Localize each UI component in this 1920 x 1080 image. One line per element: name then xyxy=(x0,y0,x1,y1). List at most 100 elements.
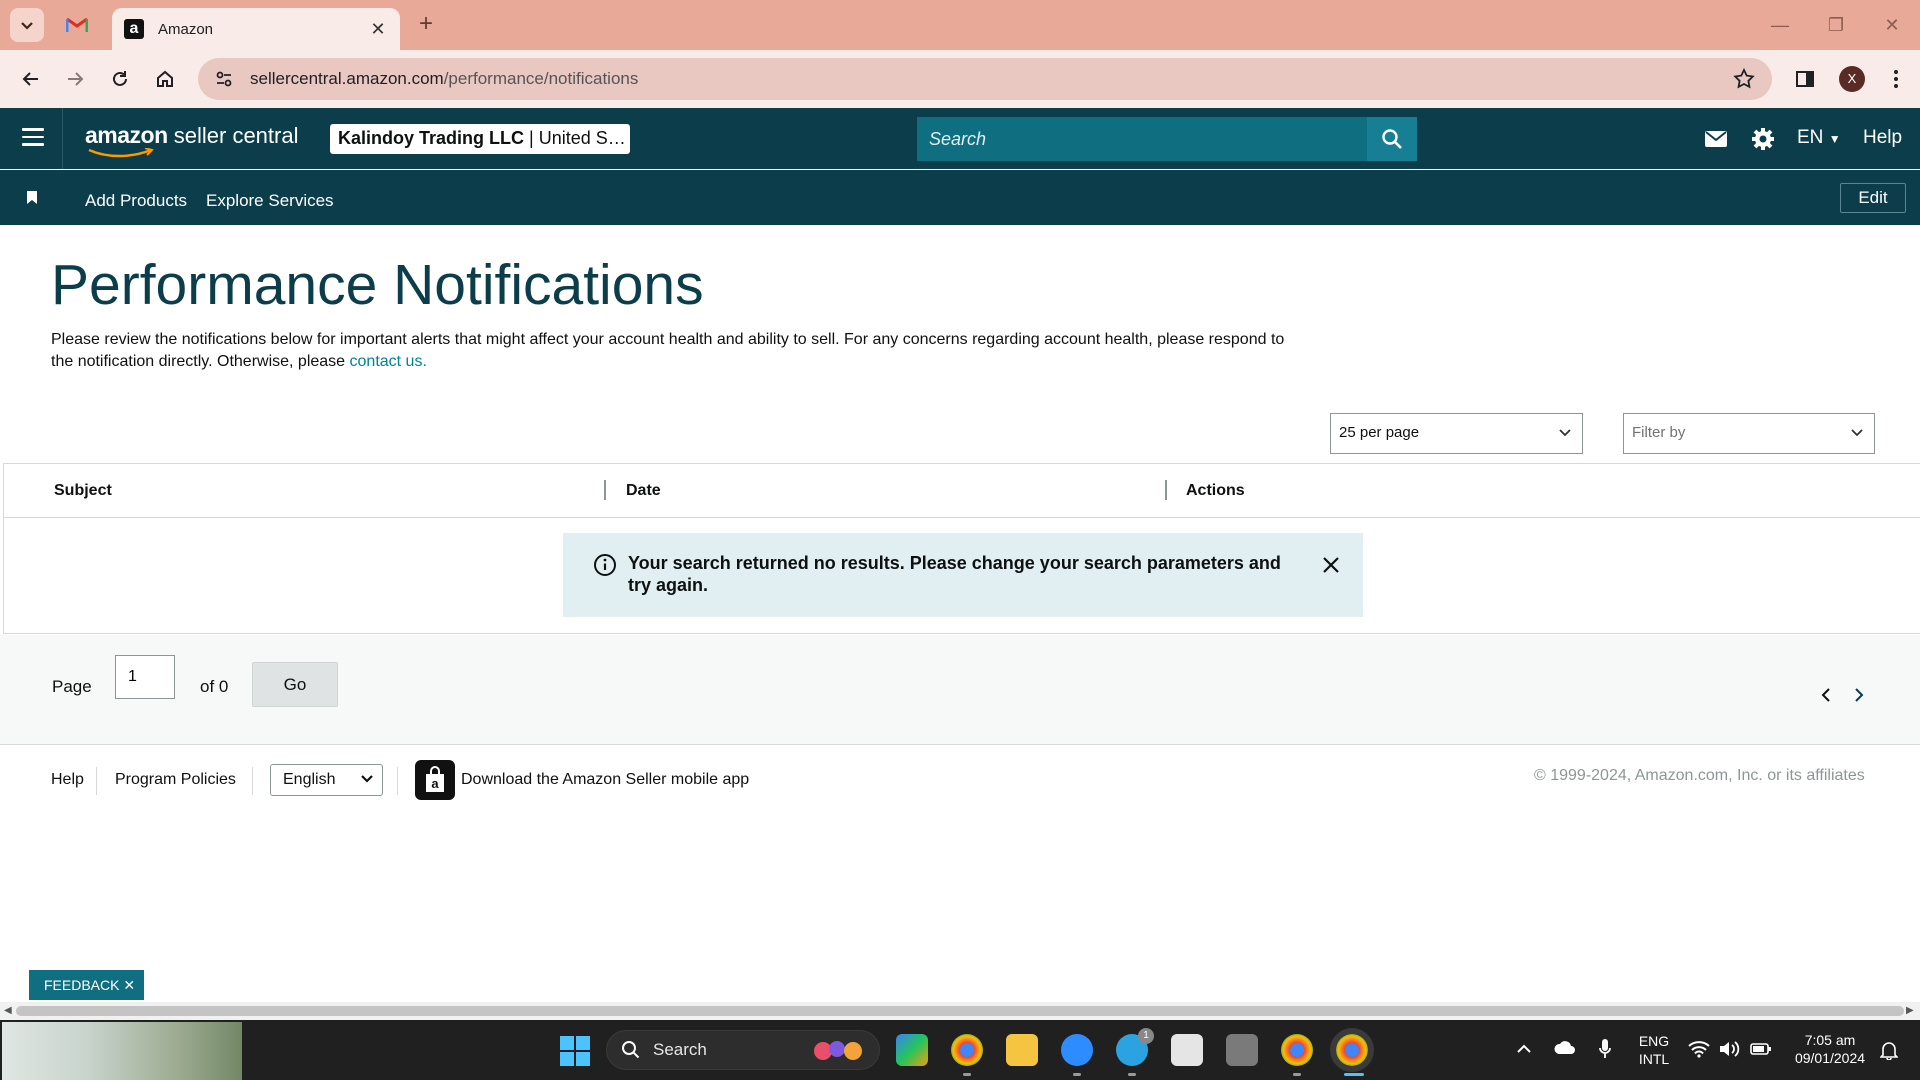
profile-avatar[interactable]: X xyxy=(1839,66,1865,92)
seller-central-header: amazon seller central Kalindoy Trading L… xyxy=(0,108,1920,169)
back-button[interactable] xyxy=(14,62,48,96)
chrome-profile-icon[interactable] xyxy=(1281,1034,1313,1066)
scroll-left-arrow-icon[interactable]: ◀ xyxy=(4,1005,12,1016)
mail-icon[interactable] xyxy=(1703,126,1729,152)
zoom-app-icon[interactable] xyxy=(1061,1034,1093,1066)
language-selector[interactable]: EN ▼ xyxy=(1797,127,1841,149)
notification-bell-icon[interactable] xyxy=(1880,1040,1898,1060)
volume-icon[interactable] xyxy=(1718,1040,1740,1058)
header-help-link[interactable]: Help xyxy=(1863,127,1902,149)
bookmarks-bar: Add Products Explore Services Edit xyxy=(0,170,1920,225)
chevron-down-icon xyxy=(1851,429,1863,437)
page-total-label: of 0 xyxy=(200,677,229,696)
filter-select[interactable]: Filter by xyxy=(1623,413,1875,454)
active-indicator xyxy=(1344,1073,1364,1076)
download-app-link[interactable]: Download the Amazon Seller mobile app xyxy=(461,771,749,789)
file-explorer-icon[interactable] xyxy=(1006,1034,1038,1066)
chevron-left-icon[interactable] xyxy=(1819,687,1835,703)
gmail-icon xyxy=(66,17,88,32)
close-window-button[interactable]: ✕ xyxy=(1872,10,1912,40)
side-panel-icon xyxy=(1796,71,1814,87)
minimize-button[interactable]: — xyxy=(1760,10,1800,40)
tab-close-icon[interactable]: ✕ xyxy=(368,19,388,40)
notification-badge: 1 xyxy=(1138,1028,1154,1044)
page-footer: Help Program Policies English a Download… xyxy=(0,745,1920,815)
chevron-down-icon xyxy=(21,22,33,30)
footer-language-select[interactable]: English xyxy=(270,764,383,796)
running-indicator xyxy=(1073,1073,1081,1076)
scroll-right-arrow-icon[interactable]: ▶ xyxy=(1906,1005,1914,1016)
telegram-app-icon[interactable]: 1 xyxy=(1116,1028,1154,1066)
reload-icon xyxy=(113,71,127,86)
add-products-link[interactable]: Add Products xyxy=(85,191,187,211)
new-tab-button[interactable]: + xyxy=(412,10,440,38)
window-preview-thumbnail[interactable] xyxy=(2,1022,242,1080)
explore-services-link[interactable]: Explore Services xyxy=(206,191,334,211)
taskbar-search[interactable]: Search xyxy=(606,1030,880,1070)
reload-button[interactable] xyxy=(103,62,137,96)
seller-central-logo[interactable]: amazon seller central xyxy=(85,122,298,158)
table-header: Subject Date Actions xyxy=(4,464,1920,518)
edit-bookmarks-button[interactable]: Edit xyxy=(1840,183,1906,213)
running-indicator xyxy=(963,1073,971,1076)
chevron-right-icon[interactable] xyxy=(1850,687,1866,703)
search-icon xyxy=(622,1041,640,1059)
seller-app-icon[interactable]: a xyxy=(415,760,455,800)
input-language-indicator[interactable]: ENG INTL xyxy=(1634,1032,1674,1068)
amazon-favicon-icon: a xyxy=(124,19,144,39)
footer-divider xyxy=(397,767,398,795)
page-title: Performance Notifications xyxy=(51,253,704,317)
side-panel-button[interactable] xyxy=(1788,62,1822,96)
browser-menu-button[interactable] xyxy=(1879,62,1913,96)
snipping-tool-icon[interactable] xyxy=(1171,1034,1203,1066)
chrome-app-icon[interactable] xyxy=(951,1034,983,1066)
column-header-actions[interactable]: Actions xyxy=(1186,482,1245,500)
active-tab[interactable]: a Amazon ✕ xyxy=(112,8,400,50)
gear-icon[interactable] xyxy=(1750,126,1776,152)
column-header-date[interactable]: Date xyxy=(626,482,661,500)
onedrive-cloud-icon[interactable] xyxy=(1553,1040,1577,1056)
microphone-icon[interactable] xyxy=(1598,1038,1612,1060)
footer-help-link[interactable]: Help xyxy=(51,771,84,789)
svg-text:a: a xyxy=(431,776,439,791)
go-button[interactable]: Go xyxy=(252,662,338,707)
battery-icon[interactable] xyxy=(1750,1042,1772,1056)
column-header-subject[interactable]: Subject xyxy=(54,482,112,500)
home-button[interactable] xyxy=(148,62,182,96)
address-bar[interactable]: sellercentral.amazon.com/performance/not… xyxy=(198,58,1772,100)
feedback-button[interactable]: FEEDBACK ✕ xyxy=(29,970,144,1000)
contact-us-link[interactable]: contact us. xyxy=(350,353,427,370)
copilot-app-icon[interactable] xyxy=(896,1034,928,1066)
calculator-app-icon[interactable] xyxy=(1226,1034,1258,1066)
windows-start-icon[interactable] xyxy=(560,1036,590,1066)
search-icon xyxy=(1382,129,1402,149)
hamburger-menu-icon[interactable] xyxy=(22,128,44,146)
close-icon[interactable] xyxy=(1321,555,1341,575)
alert-message: Your search returned no results. Please … xyxy=(628,553,1281,595)
wifi-icon[interactable] xyxy=(1688,1040,1710,1058)
seller-search-input[interactable] xyxy=(917,117,1367,161)
page-description: Please review the notifications below fo… xyxy=(51,331,1285,370)
program-policies-link[interactable]: Program Policies xyxy=(115,771,236,789)
site-info-icon[interactable] xyxy=(212,67,236,91)
clock[interactable]: 7:05 am 09/01/2024 xyxy=(1785,1031,1875,1067)
chevron-down-icon xyxy=(1559,429,1571,437)
search-button[interactable] xyxy=(1367,117,1417,161)
chevron-up-icon[interactable] xyxy=(1516,1042,1532,1054)
per-page-select[interactable]: 25 per page xyxy=(1330,413,1583,454)
restore-button[interactable]: ❐ xyxy=(1816,10,1856,40)
tab-search-button[interactable] xyxy=(10,8,44,42)
bookmark-icon[interactable] xyxy=(26,190,38,205)
tab-title: Amazon xyxy=(158,20,214,38)
forward-button[interactable] xyxy=(58,62,92,96)
horizontal-scrollbar[interactable]: ◀ ▶ xyxy=(0,1002,1920,1020)
page-number-input[interactable] xyxy=(115,655,175,699)
url-text: sellercentral.amazon.com/performance/not… xyxy=(250,69,639,88)
bookmark-star-icon[interactable] xyxy=(1732,67,1756,91)
scrollbar-thumb[interactable] xyxy=(16,1006,1904,1016)
amazon-smile-icon xyxy=(88,148,154,158)
pagination-bar: Page of 0 Go xyxy=(0,635,1920,745)
gmail-tab[interactable] xyxy=(62,13,92,37)
chrome-active-icon[interactable] xyxy=(1330,1028,1374,1072)
account-switcher[interactable]: Kalindoy Trading LLC | United S… xyxy=(330,124,630,154)
